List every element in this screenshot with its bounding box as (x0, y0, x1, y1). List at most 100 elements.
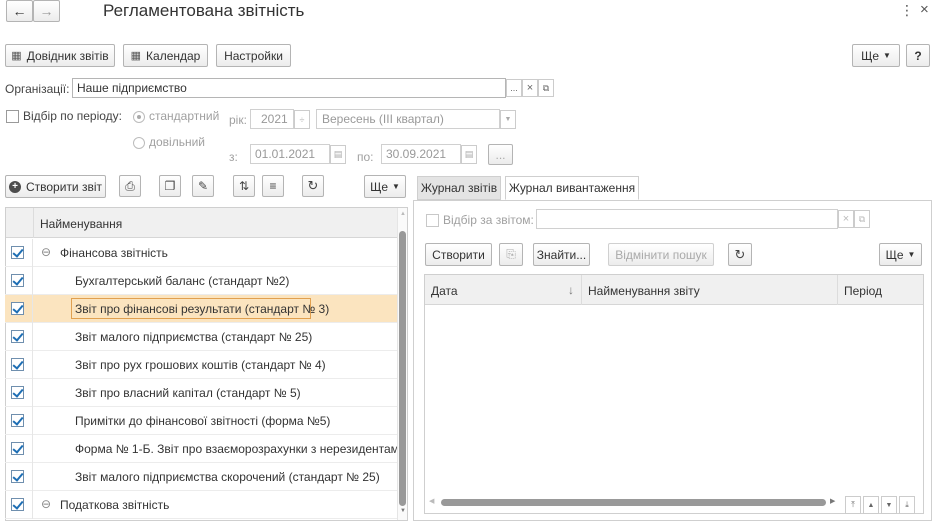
tree-item-label: Форма № 1-Б. Звіт про взаєморозрахунки з… (75, 442, 406, 456)
row-checkbox[interactable] (11, 246, 24, 259)
scroll-to-top-icon[interactable]: ⤒ (845, 496, 861, 514)
print-icon[interactable]: ⎙ (119, 175, 141, 197)
row-checkbox[interactable] (11, 274, 24, 287)
tree-scrollbar[interactable]: ▲ ▼ (397, 208, 407, 520)
tree-row[interactable]: Бухгалтерський баланс (стандарт №2) (5, 267, 397, 295)
column-header-report-name[interactable]: Найменування звіту (588, 284, 700, 298)
scroll-up-icon[interactable]: ▲ (400, 211, 406, 217)
forward-button[interactable]: → (33, 0, 60, 22)
row-checkbox[interactable] (11, 414, 24, 427)
clear-icon[interactable]: × (838, 210, 854, 228)
clear-icon[interactable]: × (522, 79, 538, 97)
settings-button[interactable]: Настройки (216, 44, 291, 67)
refresh-icon[interactable]: ↻ (302, 175, 324, 197)
open-icon[interactable]: ⧉ (538, 79, 554, 97)
scroll-left-icon[interactable]: ◀ (429, 497, 434, 505)
page-title: Регламентована звітність (103, 1, 305, 20)
right-more-button[interactable]: Ще ▼ (879, 243, 922, 266)
report-filter-checkbox[interactable] (426, 214, 439, 227)
help-button[interactable]: ? (906, 44, 930, 67)
caret-down-icon: ▼ (392, 182, 400, 191)
tree-row[interactable]: ⊖ Податкова звітність (5, 491, 397, 519)
tree-row[interactable]: Примітки до фінансової звітності (форма … (5, 407, 397, 435)
collapse-icon[interactable]: ⊖ (41, 497, 51, 511)
create-report-button[interactable]: + Створити звіт (5, 175, 106, 198)
table-h-scrollbar[interactable]: ◀ ▶ (425, 494, 840, 512)
sort-asc-icon[interactable]: ⇅ (233, 175, 255, 197)
cancel-search-button[interactable]: Відмінити пошук (608, 243, 714, 266)
year-field[interactable]: 2021 (250, 109, 294, 129)
calendar-icon[interactable]: ▤ (461, 145, 477, 164)
report-filter-label: Відбір за звітом: (443, 213, 534, 227)
tree-row[interactable]: Звіт малого підприємства (стандарт № 25) (5, 323, 397, 351)
menu-icon[interactable]: ⋮ (900, 2, 914, 19)
table-icon: ▦ (11, 50, 22, 62)
custom-radio[interactable] (133, 137, 145, 149)
select-button[interactable]: ... (506, 79, 522, 97)
period-select-button[interactable]: ... (488, 144, 513, 165)
date-from-field[interactable]: 01.01.2021 (250, 144, 330, 164)
organization-label: Організації: (5, 82, 70, 96)
refresh-icon[interactable]: ↻ (728, 243, 752, 266)
report-directory-button[interactable]: ▦ Довідник звітів (5, 44, 115, 67)
scroll-right-icon[interactable]: ▶ (830, 497, 835, 505)
period-select[interactable]: Вересень (III квартал) (316, 109, 500, 129)
row-checkbox[interactable] (11, 302, 24, 315)
back-button[interactable]: ← (6, 0, 33, 22)
organization-field[interactable]: Наше підприємство (72, 78, 506, 98)
period-filter-label: Відбір по періоду: (23, 109, 122, 123)
tree-row[interactable]: Форма № 1-Б. Звіт про взаєморозрахунки з… (5, 435, 406, 463)
scroll-down-icon[interactable]: ▼ (400, 508, 406, 514)
row-checkbox[interactable] (11, 442, 24, 455)
scrollbar-thumb[interactable] (399, 231, 406, 506)
dropdown-icon[interactable]: ▼ (500, 110, 516, 129)
upload-journal-table[interactable] (424, 274, 924, 514)
scroll-to-bottom-icon[interactable]: ⤓ (899, 496, 915, 514)
row-checkbox[interactable] (11, 386, 24, 399)
left-more-button[interactable]: Ще ▼ (364, 175, 406, 198)
tree-item-label: Фінансова звітність (60, 246, 168, 260)
column-header-date[interactable]: Дата (431, 284, 458, 298)
tree-row[interactable]: Звіт малого підприємства скорочений (ста… (5, 463, 397, 491)
custom-label: довільний (149, 135, 206, 149)
tree-item-label: Звіт малого підприємства (стандарт № 25) (75, 330, 313, 344)
row-checkbox[interactable] (11, 498, 24, 511)
copy-icon[interactable]: ❐ (159, 175, 181, 197)
edit-icon[interactable]: ✎ (192, 175, 214, 197)
year-spinner[interactable]: ÷ (294, 110, 310, 129)
tree-row[interactable]: Звіт про рух грошових коштів (стандарт №… (5, 351, 397, 379)
tree-row[interactable]: ⊖ Фінансова звітність (5, 239, 397, 267)
collapse-icon[interactable]: ⊖ (41, 245, 51, 259)
tree-item-label: Звіт про фінансові результати (стандарт … (75, 302, 330, 316)
tree-row-selected[interactable]: Звіт про фінансові результати (стандарт … (5, 295, 397, 323)
scroll-down-icon[interactable]: ▼ (881, 496, 897, 514)
tree-item-label: Звіт малого підприємства скорочений (ста… (75, 470, 380, 484)
table-header: Дата ↓ Найменування звіту Період (425, 275, 923, 305)
tab-reports-journal[interactable]: Журнал звітів (417, 176, 501, 200)
tree-item-label: Звіт про власний капітал (стандарт № 5) (75, 386, 301, 400)
scroll-up-icon[interactable]: ▲ (863, 496, 879, 514)
tree-row[interactable]: Звіт про власний капітал (стандарт № 5) (5, 379, 397, 407)
period-filter-checkbox[interactable] (6, 110, 19, 123)
row-checkbox[interactable] (11, 470, 24, 483)
standard-label: стандартний (149, 109, 220, 123)
calendar-icon[interactable]: ▤ (330, 145, 346, 164)
scrollbar-thumb[interactable] (441, 499, 826, 506)
year-label: рік: (229, 113, 247, 127)
more-button[interactable]: Ще ▼ (852, 44, 900, 67)
report-filter-field[interactable] (536, 209, 838, 229)
standard-radio[interactable] (133, 111, 145, 123)
row-checkbox[interactable] (11, 330, 24, 343)
date-to-field[interactable]: 30.09.2021 (381, 144, 461, 164)
calendar-button[interactable]: ▦ Календар (123, 44, 208, 67)
document-icon[interactable]: ⎘ (499, 243, 523, 266)
sort-desc-icon[interactable]: ≡ (262, 175, 284, 197)
close-icon[interactable]: × (920, 1, 929, 18)
open-icon[interactable]: ⧉ (854, 210, 870, 228)
create-button[interactable]: Створити (425, 243, 492, 266)
find-button[interactable]: Знайти... (533, 243, 590, 266)
column-header-period[interactable]: Період (844, 284, 882, 298)
tree-header: Найменування (6, 208, 397, 238)
tab-upload-journal[interactable]: Журнал вивантаження (505, 176, 639, 200)
row-checkbox[interactable] (11, 358, 24, 371)
